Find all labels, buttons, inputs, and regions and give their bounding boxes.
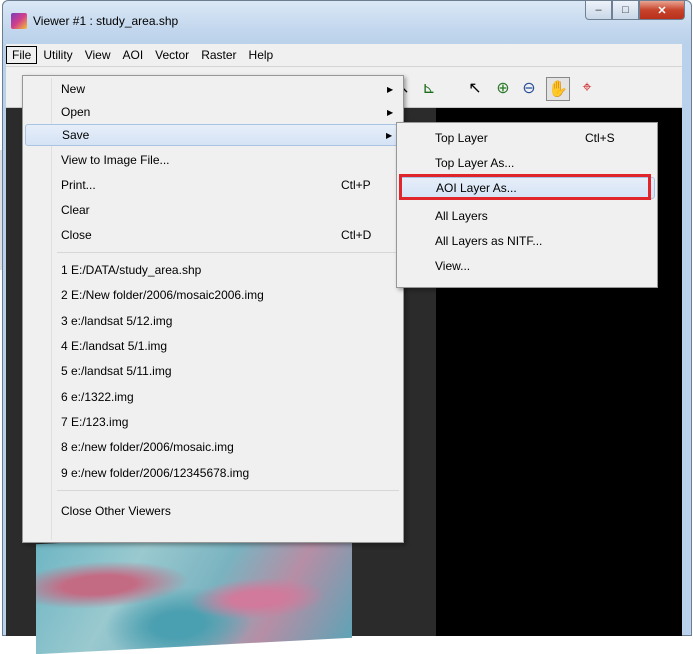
- recent-file-item[interactable]: 3 e:/landsat 5/12.img: [25, 310, 401, 332]
- menu-item-label: All Layers: [435, 209, 488, 223]
- menu-item-label: Open: [61, 105, 91, 119]
- submenu-arrow-icon: ▶: [387, 107, 394, 117]
- zoom-out-icon[interactable]: ⊖: [518, 77, 540, 99]
- file-menu-clear[interactable]: Clear: [25, 199, 401, 221]
- menu-item-label: Top Layer: [435, 131, 488, 145]
- menu-utility[interactable]: Utility: [37, 46, 78, 64]
- save-all-layers-nitf[interactable]: All Layers as NITF...: [399, 230, 655, 252]
- file-menu-new[interactable]: New ▶: [25, 78, 401, 100]
- minimize-button[interactable]: –: [585, 1, 612, 20]
- zoom-in-icon[interactable]: ⊕: [492, 77, 514, 99]
- recent-file-item[interactable]: 8 e:/new folder/2006/mosaic.img: [25, 436, 401, 458]
- title-bar[interactable]: Viewer #1 : study_area.shp – □ ✕: [3, 1, 691, 45]
- menu-separator: [57, 490, 399, 491]
- close-button[interactable]: ✕: [639, 1, 685, 20]
- recent-file-item[interactable]: 5 e:/landsat 5/11.img: [25, 360, 401, 382]
- erdas-viewer-icon: [11, 13, 27, 29]
- menu-item-label: View...: [435, 259, 471, 273]
- recent-file-item[interactable]: 9 e:/new folder/2006/12345678.img: [25, 462, 401, 484]
- menu-help[interactable]: Help: [243, 46, 280, 64]
- save-all-layers[interactable]: All Layers: [399, 205, 655, 227]
- profile-icon[interactable]: ⊾: [418, 77, 440, 99]
- file-menu-save[interactable]: Save ▶: [25, 124, 401, 146]
- menu-item-label: View to Image File...: [61, 153, 170, 167]
- menu-item-label: Top Layer As...: [435, 156, 515, 170]
- window-controls: – □ ✕: [585, 1, 685, 21]
- save-submenu: Top Layer Ctl+S Top Layer As... AOI Laye…: [396, 122, 658, 288]
- menu-vector[interactable]: Vector: [149, 46, 195, 64]
- select-pointer-icon[interactable]: ↖: [464, 77, 486, 99]
- menu-item-label: Close: [61, 228, 92, 242]
- menu-item-label: Print...: [61, 178, 96, 192]
- menu-item-label: Clear: [61, 203, 90, 217]
- menu-separator: [57, 252, 399, 253]
- recent-file-item[interactable]: 4 E:/landsat 5/1.img: [25, 335, 401, 357]
- inquire-cursor-icon[interactable]: ⌖: [576, 77, 598, 99]
- save-top-layer-as[interactable]: Top Layer As...: [399, 152, 655, 174]
- maximize-button[interactable]: □: [612, 1, 639, 20]
- window-title: Viewer #1 : study_area.shp: [33, 14, 179, 28]
- menu-item-label: New: [61, 82, 86, 96]
- menu-shortcut: Ctl+D: [341, 228, 372, 242]
- file-menu-close[interactable]: Close Ctl+D: [25, 224, 401, 246]
- menu-item-label: All Layers as NITF...: [435, 234, 543, 248]
- recent-file-item[interactable]: 6 e:/1322.img: [25, 386, 401, 408]
- menu-item-label: Save: [62, 128, 90, 142]
- menu-aoi[interactable]: AOI: [116, 46, 149, 64]
- save-top-layer[interactable]: Top Layer Ctl+S: [399, 127, 655, 149]
- file-menu-close-other-viewers[interactable]: Close Other Viewers: [25, 500, 401, 522]
- recent-file-item[interactable]: 7 E:/123.img: [25, 411, 401, 433]
- save-view[interactable]: View...: [399, 255, 655, 277]
- file-menu: New ▶ Open ▶ Save ▶ View to Image File..…: [22, 75, 404, 543]
- recent-file-item[interactable]: 1 E:/DATA/study_area.shp: [25, 259, 401, 281]
- file-menu-view-to-image[interactable]: View to Image File...: [25, 149, 401, 171]
- file-menu-print[interactable]: Print... Ctl+P: [25, 174, 401, 196]
- satellite-image: [36, 527, 352, 654]
- menu-view[interactable]: View: [79, 46, 117, 64]
- highlight-annotation-box: [399, 174, 651, 200]
- submenu-arrow-icon: ▶: [387, 84, 394, 94]
- menu-raster[interactable]: Raster: [195, 46, 242, 64]
- file-menu-open[interactable]: Open ▶: [25, 101, 401, 123]
- pan-hand-icon[interactable]: ✋: [546, 77, 570, 101]
- menu-shortcut: Ctl+P: [341, 178, 371, 192]
- menu-bar: File Utility View AOI Vector Raster Help: [6, 44, 682, 67]
- recent-file-item[interactable]: 2 E:/New folder/2006/mosaic2006.img: [25, 284, 401, 306]
- menu-shortcut: Ctl+S: [585, 131, 615, 145]
- menu-file[interactable]: File: [6, 46, 38, 64]
